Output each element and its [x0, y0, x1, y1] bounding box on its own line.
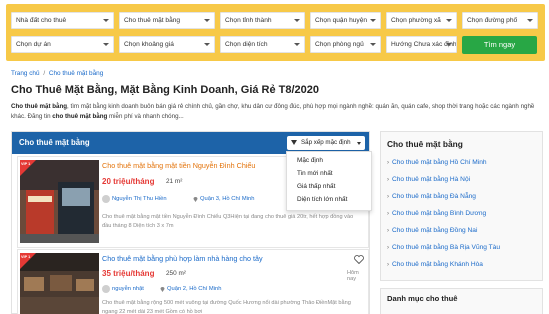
chevron-down-icon [204, 43, 210, 46]
chevron-down-icon [446, 43, 452, 46]
sidebar-link-dong-nai[interactable]: › Cho thuê mặt bằng Đồng Nai [387, 227, 477, 234]
sort-dropdown-button[interactable]: Sắp xếp mặc định [287, 136, 365, 150]
listing-card[interactable]: VIP 1 Cho thuê mặt bằng phù hợp làm nhà … [17, 249, 369, 314]
chevron-down-icon [370, 19, 376, 22]
chevron-down-icon [103, 43, 109, 46]
price-range-select[interactable]: Chọn khoảng giá [119, 36, 215, 53]
sidebar-rental-category-box: Danh mục cho thuê [380, 288, 543, 314]
chevron-down-icon [370, 43, 376, 46]
bedroom-select[interactable]: Chọn phòng ngủ [310, 36, 381, 53]
intro-bold-1: Cho thuê mặt bằng [11, 103, 68, 110]
listing-author[interactable]: Nguyễn Thị Thu Hiền [112, 196, 167, 202]
avatar [102, 285, 110, 293]
listing-title-link[interactable]: Cho thuê mặt bằng mặt tiền Nguyễn Đình C… [102, 161, 255, 170]
listing-price: 20 triệu/tháng [102, 177, 155, 186]
location-pin-icon [160, 287, 165, 292]
sidebar-second-title: Danh mục cho thuê [387, 294, 458, 303]
chevron-down-icon [527, 19, 533, 22]
sidebar-link-binh-duong[interactable]: › Cho thuê mặt bằng Bình Dương [387, 210, 486, 217]
breadcrumb-home-link[interactable]: Trang chủ [11, 70, 40, 77]
sidebar-link-ha-noi[interactable]: › Cho thuê mặt bằng Hà Nội [387, 176, 470, 183]
intro-text-2: miễn phí và nhanh chóng... [107, 112, 184, 120]
breadcrumb-separator: / [43, 70, 46, 77]
direction-select[interactable]: Hướng Chưa xác định [386, 36, 457, 53]
sidebar-link-ba-ria-vung-tau[interactable]: › Cho thuê mặt bằng Bà Rịa Vũng Tàu [387, 244, 500, 251]
avatar [102, 195, 110, 203]
listing-area: 250 m² [166, 270, 186, 277]
listing-thumbnail[interactable]: VIP 1 [20, 253, 99, 314]
province-select[interactable]: Chọn tỉnh thành [220, 12, 305, 29]
property-type-select[interactable]: Nhà đất cho thuê [11, 12, 114, 29]
sidebar-link-label: Cho thuê mặt bằng Đà Nẵng [392, 193, 476, 200]
breadcrumb-current-link[interactable]: Cho thuê mặt bằng [49, 70, 103, 77]
sidebar-link-ho-chi-minh[interactable]: › Cho thuê mặt bằng Hồ Chí Minh [387, 159, 487, 166]
sidebar-category-box: Cho thuê mặt bằng › Cho thuê mặt bằng Hồ … [380, 131, 543, 281]
chevron-down-icon [294, 19, 300, 22]
select-value: Chọn phòng ngủ [315, 41, 364, 48]
chevron-down-icon [357, 142, 361, 145]
listing-author[interactable]: nguyễn nhật [112, 286, 144, 292]
listing-time: Hôm nay [347, 270, 359, 282]
listing-location[interactable]: Quận 2, Hồ Chí Minh [167, 286, 221, 292]
sort-label: Sắp xếp mặc định [301, 139, 351, 146]
select-value: Chọn diện tích [225, 41, 268, 48]
search-button[interactable]: Tìm ngay [462, 36, 537, 54]
area-select[interactable]: Chọn diện tích [220, 36, 305, 53]
listing-area: 21 m² [166, 178, 183, 185]
chevron-down-icon [204, 19, 210, 22]
chevron-down-icon [103, 19, 109, 22]
listing-thumbnail[interactable]: VIP 1 [20, 160, 99, 243]
page-intro: Cho thuê mặt bằng, tìm mặt bằng kinh doa… [11, 102, 541, 121]
heart-icon[interactable] [354, 255, 364, 264]
ward-select[interactable]: Chọn phường xã [386, 12, 457, 29]
select-value: Cho thuê mặt bằng [124, 17, 181, 24]
intro-bold-2: cho thuê mặt bằng [52, 112, 108, 120]
street-select[interactable]: Chọn đường phố [462, 12, 538, 29]
select-value: Chọn tỉnh thành [225, 17, 272, 24]
select-value: Nhà đất cho thuê [16, 17, 67, 24]
search-panel: Nhà đất cho thuê Cho thuê mặt bằng Chọn … [6, 4, 545, 61]
location-pin-icon [193, 197, 198, 202]
sort-option-lowest-price[interactable]: Giá thấp nhất [297, 183, 335, 190]
sidebar-link-label: Cho thuê mặt bằng Bà Rịa Vũng Tàu [392, 244, 501, 251]
filter-icon [291, 140, 297, 145]
listing-title-link[interactable]: Cho thuê mặt bằng phù hợp làm nhà hàng c… [102, 254, 263, 263]
sidebar-link-da-nang[interactable]: › Cho thuê mặt bằng Đà Nẵng [387, 193, 476, 200]
restaurant-photo [20, 253, 99, 314]
district-select[interactable]: Chọn quận huyện [310, 12, 381, 29]
sort-option-largest-area[interactable]: Diện tích lớn nhất [297, 196, 347, 203]
listing-price: 35 triệu/tháng [102, 269, 155, 278]
sidebar-link-label: Cho thuê mặt bằng Đồng Nai [392, 227, 478, 234]
listing-header-title: Cho thuê mặt bằng [19, 138, 90, 147]
sidebar-link-label: Cho thuê mặt bằng Hồ Chí Minh [392, 159, 487, 166]
sidebar-link-label: Cho thuê mặt bằng Hà Nội [392, 176, 471, 183]
sort-option-default[interactable]: Mặc định [297, 157, 323, 164]
shopfront-photo [20, 160, 99, 243]
listing-description: Cho thuê mặt bằng rộng 500 mét vuông tại… [102, 300, 351, 314]
select-value: Chọn phường xã [391, 17, 441, 24]
listing-description: Cho thuê mặt bằng mặt tiền Nguyễn Đình C… [102, 214, 354, 229]
chevron-down-icon [294, 43, 300, 46]
sidebar-link-label: Cho thuê mặt bằng Khánh Hòa [392, 261, 483, 268]
listing-location[interactable]: Quận 3, Hồ Chí Minh [200, 196, 254, 202]
category-select[interactable]: Cho thuê mặt bằng [119, 12, 215, 29]
select-value: Chọn khoảng giá [124, 41, 174, 48]
select-value: Chọn dự án [16, 41, 51, 48]
page-title: Cho Thuê Mặt Bằng, Mặt Bằng Kinh Doanh, … [11, 84, 320, 96]
sidebar-title: Cho thuê mặt bằng [387, 139, 463, 149]
sidebar-link-khanh-hoa[interactable]: › Cho thuê mặt bằng Khánh Hòa [387, 261, 483, 268]
breadcrumb: Trang chủ / Cho thuê mặt bằng [11, 70, 103, 77]
select-value: Chọn đường phố [467, 17, 518, 24]
vip-badge-label: VIP 1 [21, 255, 31, 259]
select-value: Chọn quận huyện [315, 17, 368, 24]
sidebar-link-label: Cho thuê mặt bằng Bình Dương [392, 210, 487, 217]
sort-dropdown-menu: Mặc định Tin mới nhất Giá thấp nhất Diện… [286, 151, 372, 211]
project-select[interactable]: Chọn dự án [11, 36, 114, 53]
sort-option-newest[interactable]: Tin mới nhất [297, 170, 333, 177]
chevron-down-icon [446, 19, 452, 22]
vip-badge-label: VIP 1 [21, 162, 31, 166]
